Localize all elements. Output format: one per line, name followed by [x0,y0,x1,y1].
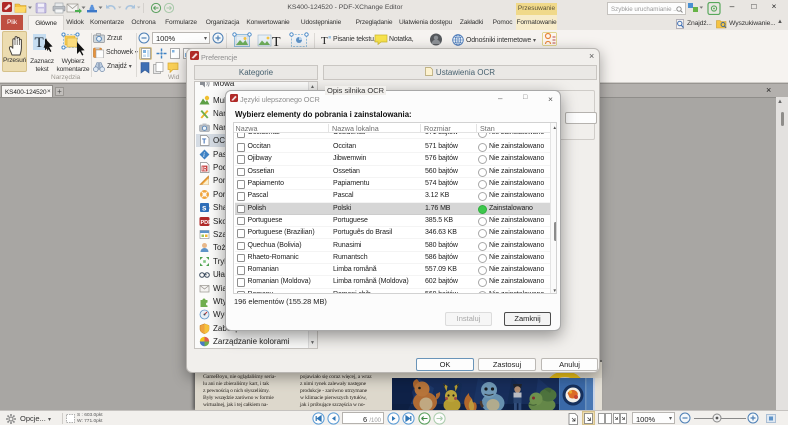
svg-text:R: R [203,166,208,172]
svg-text:T: T [35,35,44,51]
svg-text:i: i [203,151,205,159]
svg-text:PDF: PDF [201,220,211,226]
svg-text:T: T [272,35,281,49]
svg-text:T: T [321,35,328,45]
svg-text:s: s [202,204,207,213]
svg-text:T: T [202,139,207,146]
